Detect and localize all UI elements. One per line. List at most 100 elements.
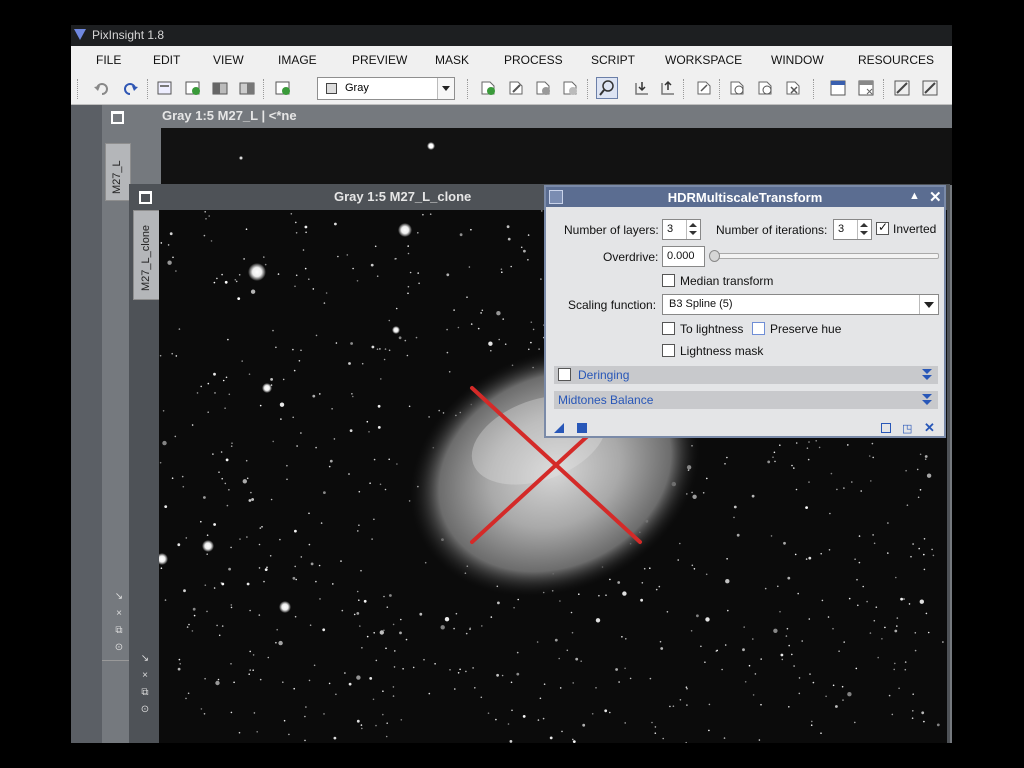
image-canvas-m27-l[interactable] — [161, 128, 952, 185]
deringing-section[interactable]: Deringing — [554, 366, 938, 384]
menu-image[interactable]: IMAGE — [278, 53, 317, 67]
window-title: Gray 1:5 M27_L | <*ne — [162, 108, 297, 123]
new-preview-icon[interactable] — [479, 79, 497, 97]
midtones-balance-section[interactable]: Midtones Balance — [554, 391, 938, 409]
new-process-icon[interactable] — [274, 79, 292, 97]
toolbar-separator — [883, 79, 886, 99]
spin-arrows-icon[interactable] — [686, 220, 700, 239]
num-iterations-spinbox[interactable]: 3 — [833, 219, 872, 240]
clone-image-icon[interactable] — [184, 79, 202, 97]
zoom-to-fit-icon[interactable]: ↘ — [140, 654, 150, 664]
chevron-down-icon[interactable] — [919, 295, 938, 314]
maximize-icon[interactable] — [139, 191, 152, 204]
menu-mask[interactable]: MASK — [435, 53, 469, 67]
menu-process[interactable]: PROCESS — [504, 53, 563, 67]
toolbar-separator — [719, 79, 722, 99]
preserve-hue-label: Preserve hue — [770, 322, 842, 336]
tile-icon[interactable] — [857, 79, 875, 97]
expand-icon[interactable] — [922, 394, 932, 406]
menu-view[interactable]: VIEW — [213, 53, 244, 67]
menu-edit[interactable]: EDIT — [153, 53, 180, 67]
menu-window[interactable]: WINDOW — [771, 53, 824, 67]
expand-icon[interactable] — [922, 369, 932, 381]
redo-icon[interactable] — [121, 79, 139, 97]
cross-icon[interactable]: × — [114, 609, 124, 619]
preview-list-icon[interactable] — [534, 79, 552, 97]
num-iterations-label: Number of iterations: — [716, 223, 828, 237]
workspace: Gray 1:5 M27_L | <*ne M27_L ↘ × ⧉ ⊙ Gray… — [71, 105, 952, 743]
panel-title-bar[interactable]: HDRMultiscaleTransform ▲ ✕ — [546, 187, 944, 207]
scaling-function-select[interactable]: B3 Spline (5) — [662, 294, 939, 315]
workspace-icon[interactable] — [829, 79, 847, 97]
lightness-mask-label: Lightness mask — [680, 344, 764, 358]
zoom-to-fit-icon[interactable]: ↘ — [114, 592, 124, 602]
edit-preview-icon[interactable] — [507, 79, 525, 97]
colorspace-combo[interactable]: Gray — [317, 77, 455, 100]
chevron-down-icon[interactable] — [437, 78, 454, 99]
menu-preview[interactable]: PREVIEW — [352, 53, 407, 67]
gray-swatch — [326, 83, 337, 94]
hdr-multiscale-transform-panel[interactable]: HDRMultiscaleTransform ▲ ✕ Number of lay… — [544, 185, 946, 438]
cross-icon[interactable]: × — [140, 671, 150, 681]
maximize-icon[interactable] — [111, 111, 124, 124]
overdrive-field[interactable]: 0.000 — [662, 246, 705, 267]
lightness-mask-checkbox[interactable] — [662, 344, 675, 357]
new-instance-icon[interactable] — [554, 423, 564, 433]
menu-file[interactable]: FILE — [96, 53, 121, 67]
spin-arrows-icon[interactable] — [857, 220, 871, 239]
toolbar-separator — [263, 79, 266, 99]
mask-icon[interactable] — [211, 79, 229, 97]
reset-icon[interactable]: ✕ — [924, 420, 935, 436]
readout-icon[interactable] — [596, 77, 618, 99]
process-icon-b[interactable] — [921, 79, 939, 97]
preview-icon[interactable] — [881, 423, 891, 433]
edit-instance-icon[interactable]: ◳ — [902, 422, 912, 435]
delete-preview-icon[interactable] — [561, 79, 579, 97]
undo-icon[interactable] — [93, 79, 111, 97]
zoom-out-icon[interactable] — [659, 79, 677, 97]
menu-resources[interactable]: RESOURCES — [858, 53, 934, 67]
overdrive-slider[interactable] — [709, 250, 939, 262]
menu-script[interactable]: SCRIPT — [591, 53, 635, 67]
circle-icon[interactable]: ⊙ — [114, 643, 124, 653]
scaling-function-label: Scaling function: — [568, 298, 657, 312]
toolbar-separator — [467, 79, 470, 99]
view-tab-m27-l-clone[interactable]: M27_L_clone — [133, 210, 160, 300]
deringing-checkbox[interactable] — [558, 368, 571, 381]
toolbar-separator — [587, 79, 590, 99]
median-transform-label: Median transform — [680, 274, 774, 288]
preserve-hue-checkbox[interactable] — [752, 322, 765, 335]
colorspace-value: Gray — [345, 82, 369, 94]
zoom-in-icon[interactable] — [633, 79, 651, 97]
to-lightness-checkbox[interactable] — [662, 322, 675, 335]
midtones-label: Midtones Balance — [558, 393, 654, 407]
mask-invert-icon[interactable] — [784, 79, 802, 97]
median-transform-checkbox[interactable] — [662, 274, 675, 287]
pixinsight-app: PixInsight 1.8 FILE EDIT VIEW IMAGE PREV… — [71, 25, 952, 743]
to-lightness-label: To lightness — [680, 322, 744, 336]
circle-icon[interactable]: ⊙ — [140, 705, 150, 715]
mask-visible-icon[interactable] — [756, 79, 774, 97]
num-layers-label: Number of layers: — [564, 223, 659, 237]
view-tab-m27-l[interactable]: M27_L — [105, 143, 131, 201]
apply-global-icon[interactable] — [577, 423, 587, 433]
menu-workspace[interactable]: WORKSPACE — [665, 53, 742, 67]
app-title: PixInsight 1.8 — [92, 28, 165, 42]
inverted-checkbox[interactable] — [876, 220, 889, 235]
toolbar-separator — [683, 79, 686, 99]
overdrive-label: Overdrive: — [603, 250, 659, 264]
pan-icon[interactable] — [728, 79, 746, 97]
menu-bar: FILE EDIT VIEW IMAGE PREVIEW MASK PROCES… — [71, 46, 952, 73]
link-icon[interactable]: ⧉ — [114, 626, 124, 636]
slider-handle[interactable] — [709, 250, 720, 262]
num-layers-spinbox[interactable]: 3 — [662, 219, 701, 240]
main-toolbar: Gray — [71, 73, 952, 105]
shade-icon[interactable]: ▲ — [909, 190, 920, 202]
close-icon[interactable]: ✕ — [929, 188, 942, 206]
new-image-icon[interactable] — [156, 79, 174, 97]
link-icon[interactable]: ⧉ — [140, 688, 150, 698]
preview-icon[interactable] — [238, 79, 256, 97]
process-icon-a[interactable] — [893, 79, 911, 97]
pixinsight-logo-icon — [74, 29, 86, 40]
fit-icon[interactable] — [695, 79, 713, 97]
